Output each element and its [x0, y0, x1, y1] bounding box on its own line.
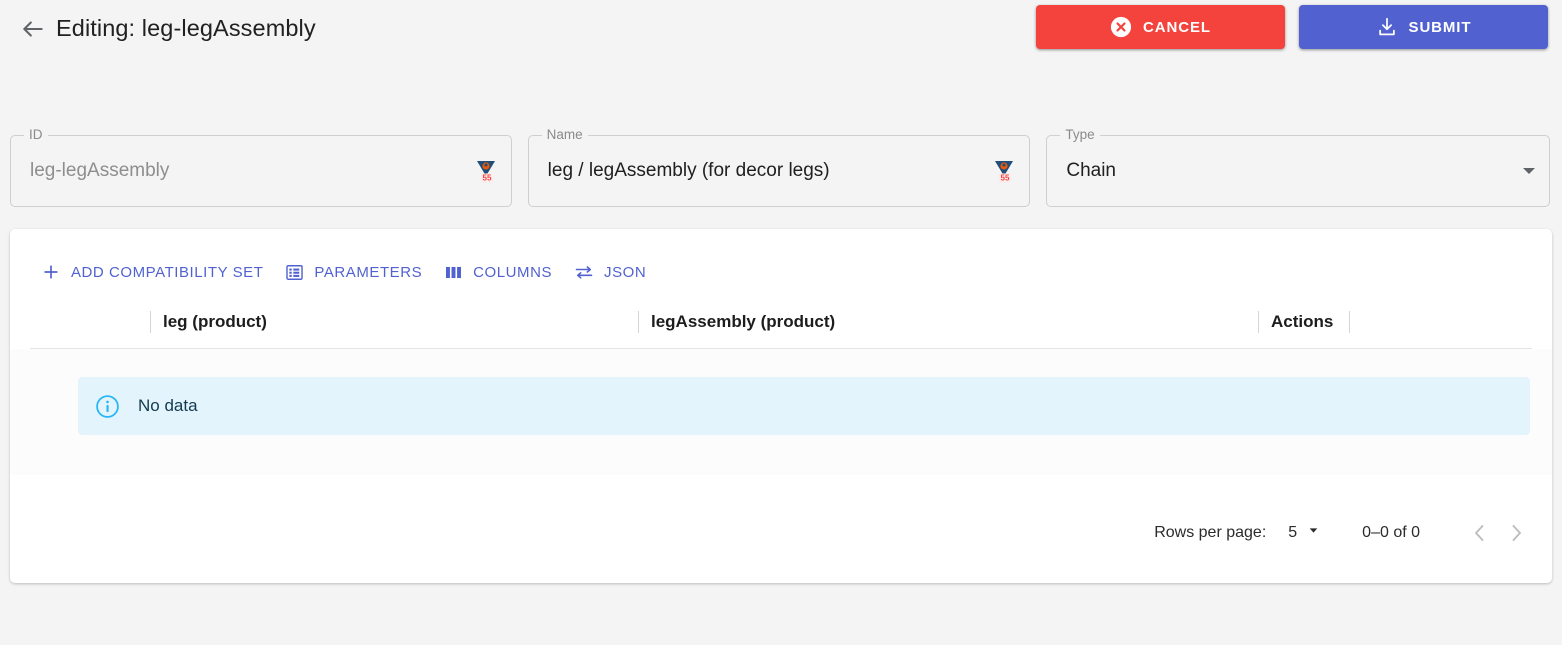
parameters-button[interactable]: PARAMETERS — [285, 263, 422, 282]
name-field-value: leg / legAssembly (for decor legs) — [547, 160, 830, 181]
card-toolbar: ADD COMPATIBILITY SET PARAMETERS COLUMNS… — [10, 229, 1552, 282]
column-divider — [1258, 311, 1259, 333]
table-pagination: Rows per page: 5 0–0 of 0 — [1154, 515, 1534, 551]
column-divider — [638, 311, 639, 333]
json-label: JSON — [604, 263, 647, 281]
previous-page-button[interactable] — [1462, 515, 1498, 551]
json-button[interactable]: JSON — [574, 262, 646, 282]
type-select[interactable]: Type Chain — [1046, 127, 1550, 207]
column-header-actions-label: Actions — [1271, 312, 1334, 331]
cancel-circle-icon — [1110, 16, 1132, 38]
add-compatibility-set-label: ADD COMPATIBILITY SET — [71, 263, 264, 281]
rows-per-page-value: 5 — [1288, 524, 1298, 541]
column-divider — [1349, 311, 1351, 333]
rows-per-page-label: Rows per page: — [1154, 524, 1267, 541]
column-header-actions[interactable]: Actions — [1258, 296, 1552, 348]
plus-icon — [41, 262, 61, 282]
save-download-icon — [1376, 16, 1398, 38]
cancel-button-label: CANCEL — [1143, 18, 1211, 36]
info-circle-icon — [95, 394, 120, 419]
chevron-down-icon[interactable] — [1523, 168, 1535, 174]
column-header-leg[interactable]: leg (product) — [10, 296, 638, 348]
table-header-row: leg (product) legAssembly (product) Acti… — [10, 296, 1552, 348]
columns-button[interactable]: COLUMNS — [444, 263, 552, 282]
translate-badge-icon[interactable]: 55 — [993, 159, 1015, 183]
chevron-down-icon — [1307, 524, 1320, 542]
translate-badge-icon[interactable]: 55 — [475, 159, 497, 183]
columns-label: COLUMNS — [473, 263, 553, 281]
parameters-label: PARAMETERS — [314, 263, 423, 281]
page-title: Editing: leg-legAssembly — [56, 15, 316, 41]
cancel-button[interactable]: CANCEL — [1036, 5, 1285, 49]
svg-text:55: 55 — [482, 174, 491, 183]
form-row: ID leg-legAssembly 55 Name leg / legAsse… — [0, 57, 1562, 207]
header-actions: CANCEL SUBMIT — [1036, 5, 1548, 49]
column-header-legassembly[interactable]: legAssembly (product) — [638, 296, 1258, 348]
id-field[interactable]: ID leg-legAssembly 55 — [10, 127, 512, 207]
no-data-text: No data — [138, 396, 198, 415]
next-page-button[interactable] — [1498, 515, 1534, 551]
arrow-back-icon[interactable] — [18, 14, 48, 44]
submit-button-label: SUBMIT — [1408, 18, 1472, 36]
compare-arrows-icon — [574, 262, 594, 282]
name-field[interactable]: Name leg / legAssembly (for decor legs) … — [527, 127, 1031, 207]
type-select-value: Chain — [1066, 160, 1116, 181]
no-data-alert: No data — [78, 377, 1530, 435]
svg-text:55: 55 — [1001, 174, 1010, 183]
app-header: Editing: leg-legAssembly CANCEL SUBMIT — [0, 0, 1562, 57]
pagination-range-label: 0–0 of 0 — [1362, 524, 1420, 541]
name-field-label: Name — [541, 127, 588, 143]
submit-button[interactable]: SUBMIT — [1299, 5, 1548, 49]
type-select-label: Type — [1060, 127, 1100, 143]
column-header-leg-label: leg (product) — [163, 312, 267, 331]
compatibility-card: ADD COMPATIBILITY SET PARAMETERS COLUMNS… — [10, 229, 1552, 583]
rows-per-page-select[interactable]: 5 — [1288, 524, 1320, 542]
list-box-icon — [285, 263, 304, 282]
add-compatibility-set-button[interactable]: ADD COMPATIBILITY SET — [41, 262, 263, 282]
id-field-value: leg-legAssembly — [30, 160, 170, 181]
column-divider — [150, 311, 151, 333]
column-header-legassembly-label: legAssembly (product) — [651, 312, 836, 331]
table-body: No data — [10, 349, 1552, 475]
id-field-label: ID — [24, 127, 48, 143]
columns-icon — [444, 263, 463, 282]
